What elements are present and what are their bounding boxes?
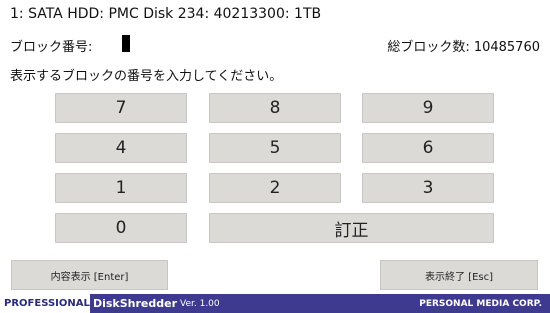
professional-logo: PROFESSIONAL bbox=[0, 294, 90, 313]
key-8-button[interactable]: 8 bbox=[209, 93, 341, 123]
key-9-button[interactable]: 9 bbox=[362, 93, 494, 123]
key-1-button[interactable]: 1 bbox=[55, 173, 187, 203]
input-prompt: 表示するブロックの番号を入力してください。 bbox=[10, 69, 283, 84]
key-0-button[interactable]: 0 bbox=[55, 213, 187, 243]
key-5-button[interactable]: 5 bbox=[209, 133, 341, 163]
diskshredder-logo: DiskShredder bbox=[90, 294, 180, 313]
total-blocks-label: 総ブロック数: 10485760 bbox=[387, 40, 540, 55]
company-label: PERSONAL MEDIA CORP. bbox=[419, 298, 542, 309]
end-display-button[interactable]: 表示終了 [Esc] bbox=[380, 260, 538, 290]
key-3-button[interactable]: 3 bbox=[362, 173, 494, 203]
block-number-label: ブロック番号: bbox=[10, 40, 93, 55]
block-number-cursor[interactable] bbox=[122, 35, 130, 52]
disk-info-line: 1: SATA HDD: PMC Disk 234: 40213300: 1TB bbox=[10, 6, 322, 22]
key-2-button[interactable]: 2 bbox=[209, 173, 341, 203]
key-6-button[interactable]: 6 bbox=[362, 133, 494, 163]
show-content-button[interactable]: 内容表示 [Enter] bbox=[11, 260, 168, 290]
key-7-button[interactable]: 7 bbox=[55, 93, 187, 123]
key-4-button[interactable]: 4 bbox=[55, 133, 187, 163]
correct-button[interactable]: 訂正 bbox=[209, 213, 494, 243]
